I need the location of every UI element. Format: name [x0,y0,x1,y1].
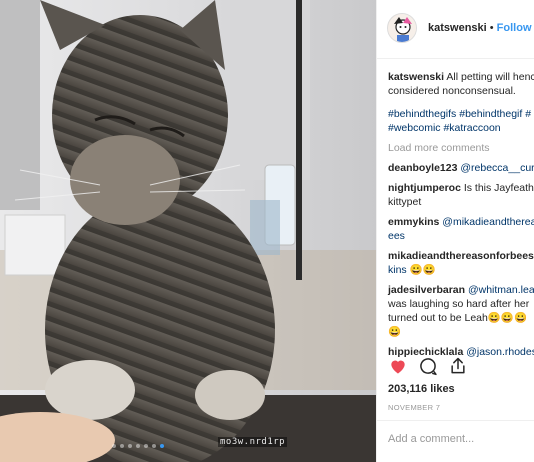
comment-text: @jason.rhodes [466,346,534,358]
caption-hashtags-cont[interactable]: #webcomic #katraccoon [388,121,534,135]
comment-text: @whitman.leah [467,284,534,296]
caption-text: All petting will hence [446,71,534,83]
comment-item: mikadieandthereasonforbees 😀 kins 😀😀 [388,249,534,277]
caption-text-cont: considered nonconsensual. [388,85,516,97]
carousel-dot[interactable] [128,444,132,448]
post-actions [388,356,468,376]
carousel-indicator [112,444,164,448]
comment-text-cont: kins 😀😀 [388,264,436,276]
caption-hashtags[interactable]: #behindthegifs #behindthegif # [388,107,534,121]
gif-watermark: mo3w.nrd1rp [218,437,288,447]
header-username[interactable]: katswenski [428,22,487,34]
comment-username[interactable]: mikadieandthereasonforbees [388,250,534,262]
post-side-panel: katswenski • Follow katswenski All petti… [376,0,534,462]
comment-icon[interactable] [418,356,438,376]
comment-text-cont: ees [388,230,405,242]
carousel-dot[interactable] [144,444,148,448]
comment-item: deanboyle123 @rebecca__curry [388,161,534,175]
post-date[interactable]: NOVEMBER 7 [388,403,440,412]
comment-username[interactable]: jadesilverbaran [388,284,465,296]
caption-username[interactable]: katswenski [388,71,444,83]
comment-text-cont: turned out to be Leah😀😀😀 [388,312,528,324]
comment-text-cont: was laughing so hard after her [388,298,530,310]
carousel-dot[interactable] [152,444,156,448]
carousel-dot-active[interactable] [160,444,164,448]
cat-photo [0,0,376,462]
carousel-dot[interactable] [120,444,124,448]
follow-button[interactable]: Follow [497,22,532,34]
comment-text-cont: kittypet [388,196,422,208]
comment-username[interactable]: nightjumperoc [388,182,461,194]
comment-text: @rebecca__curry [460,162,534,174]
comment-item: nightjumperoc Is this Jayfeathe kittypet [388,181,534,209]
heart-icon[interactable] [388,356,408,376]
carousel-dot[interactable] [112,444,116,448]
post-media[interactable]: mo3w.nrd1rp [0,0,376,462]
like-count[interactable]: 203,116 likes [388,383,455,395]
comment-username[interactable]: deanboyle123 [388,162,457,174]
divider [377,420,534,421]
comment-username[interactable]: emmykins [388,216,439,228]
comments-list: katswenski All petting will hence consid… [388,70,534,359]
load-more-comments[interactable]: Load more comments [388,141,534,155]
carousel-dot[interactable] [136,444,140,448]
add-comment-input[interactable]: Add a comment... [388,433,474,445]
comment-item: jadesilverbaran @whitman.leah was laughi… [388,283,534,339]
comment-text: Is this Jayfeathe [463,182,534,194]
comment-text: @mikadieandtherea [442,216,534,228]
avatar[interactable] [387,13,417,43]
header-separator: • [486,22,497,34]
comment-text-cont: 😀 [388,326,402,338]
share-icon[interactable] [448,356,468,376]
comment-item: emmykins @mikadieandtherea ees [388,215,534,243]
post-header: katswenski • Follow [377,0,534,59]
